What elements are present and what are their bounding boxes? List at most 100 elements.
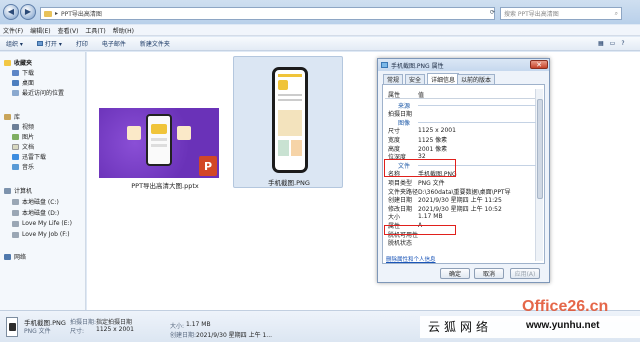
email-button[interactable]: 电子邮件 bbox=[102, 39, 126, 48]
sidebar-network[interactable]: 网络 bbox=[4, 252, 26, 261]
property-row[interactable]: 尺寸 1125 x 2001 bbox=[388, 127, 538, 135]
sidebar-computer[interactable]: 计算机 bbox=[4, 186, 32, 195]
documents-icon bbox=[12, 143, 19, 150]
sidebar-item-music[interactable]: 音乐 bbox=[12, 162, 34, 171]
status-date-value[interactable]: 指定拍摄日期 bbox=[96, 317, 132, 326]
sidebar-network-label: 网络 bbox=[14, 254, 27, 261]
apply-button[interactable]: 应用(A) bbox=[510, 268, 540, 279]
property-row[interactable]: 修改日期 2021/9/30 星期四 上午 10:52 bbox=[388, 204, 538, 213]
sidebar-item-downloads[interactable]: 下载 bbox=[12, 68, 34, 77]
drive-icon bbox=[12, 231, 19, 238]
preview-pane-icon[interactable]: ▭ bbox=[610, 40, 616, 47]
sidebar-item-videos[interactable]: 视频 bbox=[12, 122, 34, 131]
menu-help[interactable]: 帮助(H) bbox=[113, 26, 134, 35]
sidebar-favorites-label: 收藏夹 bbox=[14, 60, 33, 67]
file-item-png-selected[interactable]: 手机截图.PNG bbox=[233, 56, 343, 188]
open-button[interactable]: 打开 ▾ bbox=[36, 39, 62, 48]
arrow-right-icon: ▶ bbox=[24, 7, 32, 16]
sidebar-favorites[interactable]: 收藏夹 bbox=[4, 58, 32, 67]
section-divider bbox=[418, 122, 536, 124]
sidebar-item-pictures[interactable]: 图片 bbox=[12, 132, 34, 141]
menu-edit[interactable]: 编辑(E) bbox=[30, 26, 50, 35]
tab-general[interactable]: 常规 bbox=[383, 74, 404, 84]
sidebar-item-drive-c[interactable]: 本地磁盘 (C:) bbox=[12, 197, 59, 206]
dialog-close-button[interactable]: ✕ bbox=[530, 60, 548, 69]
sidebar-item-drive-f[interactable]: Love My Job (F:) bbox=[12, 230, 70, 239]
help-icon[interactable]: ? bbox=[621, 40, 624, 47]
highlight-box-size bbox=[384, 225, 456, 235]
phone-mockup-thumbnail bbox=[146, 114, 172, 166]
property-row[interactable]: 文件夹路径 D:\360data\重要数据\桌面\PPT导 bbox=[388, 187, 538, 196]
sidebar-item-drive-e[interactable]: Love My Life (E:) bbox=[12, 219, 72, 228]
dialog-title-bar[interactable]: 手机截图.PNG 属性 bbox=[378, 59, 549, 71]
new-folder-button[interactable]: 新建文件夹 bbox=[140, 39, 170, 48]
property-section-header: 来源 bbox=[388, 101, 538, 110]
sidebar-item-thunder-downloads[interactable]: 迅雷下载 bbox=[12, 152, 46, 161]
search-input[interactable]: 搜索 PPT导出高清图 ⌕ bbox=[500, 7, 622, 20]
png-thumbnail bbox=[272, 67, 308, 173]
property-section-header: 图像 bbox=[388, 118, 538, 127]
print-button[interactable]: 打印 bbox=[76, 39, 88, 48]
back-button[interactable]: ◀ bbox=[3, 4, 19, 20]
breadcrumb[interactable]: PPT导出高清图 bbox=[61, 9, 102, 18]
cancel-button-label: 取消 bbox=[482, 271, 495, 278]
sidebar-item-label: 本地磁盘 (C:) bbox=[22, 199, 59, 206]
column-header-value[interactable]: 值 bbox=[418, 90, 424, 99]
tab-label: 以前的版本 bbox=[461, 77, 492, 84]
property-row[interactable]: 脱机状态 bbox=[388, 239, 538, 247]
thunder-icon bbox=[12, 153, 19, 160]
star-icon bbox=[4, 59, 11, 66]
tab-previous-versions[interactable]: 以前的版本 bbox=[457, 74, 496, 84]
column-header-property[interactable]: 属性 bbox=[388, 90, 400, 99]
apply-button-label: 应用(A) bbox=[514, 271, 536, 278]
tab-label: 详细信息 bbox=[431, 76, 456, 84]
navigation-pane: 收藏夹 下载 桌面 最近访问的位置 库 视频 图片 文档 迅雷下载 音乐 计算机… bbox=[0, 52, 86, 310]
cancel-button[interactable]: 取消 bbox=[474, 268, 504, 279]
sidebar-item-documents[interactable]: 文档 bbox=[12, 142, 34, 151]
sidebar-item-label: 音乐 bbox=[22, 164, 35, 171]
sidebar-item-label: 视频 bbox=[22, 124, 35, 131]
property-row[interactable]: 高度 2001 像素 bbox=[388, 144, 538, 153]
property-row[interactable]: 项目类型 PNG 文件 bbox=[388, 178, 538, 187]
sidebar-item-recent[interactable]: 最近访问的位置 bbox=[12, 88, 64, 97]
property-list-header: 属性 值 bbox=[385, 89, 535, 99]
sidebar-item-label: 文档 bbox=[22, 144, 35, 151]
sidebar-item-desktop[interactable]: 桌面 bbox=[12, 78, 34, 87]
drive-icon bbox=[12, 198, 19, 205]
menu-file[interactable]: 文件(F) bbox=[3, 26, 23, 35]
property-row[interactable]: 大小 1.17 MB bbox=[388, 213, 538, 221]
property-row[interactable]: 拍摄日期 bbox=[388, 110, 538, 118]
video-icon bbox=[12, 123, 19, 130]
open-button-label: 打开 ▾ bbox=[44, 41, 62, 48]
close-icon: ✕ bbox=[536, 60, 542, 69]
file-name-pptx[interactable]: PPT导出高清大图.pptx bbox=[99, 180, 231, 190]
property-row[interactable]: 宽度 1125 像素 bbox=[388, 135, 538, 144]
file-type-icon bbox=[6, 317, 18, 337]
remove-properties-link[interactable]: 删除属性和个人信息 bbox=[386, 255, 436, 263]
sidebar-item-label: 图片 bbox=[22, 134, 35, 141]
tab-details[interactable]: 详细信息 bbox=[427, 73, 460, 84]
tab-security[interactable]: 安全 bbox=[405, 74, 426, 84]
sidebar-computer-label: 计算机 bbox=[14, 188, 33, 195]
menu-view[interactable]: 查看(V) bbox=[58, 26, 79, 35]
sidebar-item-label: 下载 bbox=[22, 70, 35, 77]
menu-tools[interactable]: 工具(T) bbox=[85, 26, 105, 35]
address-bar[interactable]: ▸ PPT导出高清图 bbox=[40, 7, 495, 20]
organize-button[interactable]: 组织 ▾ bbox=[6, 39, 23, 48]
sidebar-item-drive-d[interactable]: 本地磁盘 (D:) bbox=[12, 208, 59, 217]
property-value: 1125 x 2001 bbox=[418, 127, 456, 135]
ok-button[interactable]: 确定 bbox=[440, 268, 470, 279]
search-placeholder: 搜索 PPT导出高清图 bbox=[504, 11, 559, 18]
sidebar-item-label: Love My Life (E:) bbox=[22, 220, 72, 227]
details-panel: 属性 值 来源 拍摄日期 图像 尺寸 1125 x 2001 宽度 1125 像素 高度 200… bbox=[382, 84, 545, 264]
file-item-pptx[interactable]: P bbox=[99, 108, 219, 178]
sidebar-libraries[interactable]: 库 bbox=[4, 112, 20, 121]
network-icon bbox=[4, 253, 11, 260]
property-row[interactable]: 创建日期 2021/9/30 星期四 上午 11:25 bbox=[388, 196, 538, 204]
forward-button[interactable]: ▶ bbox=[20, 4, 36, 20]
view-toggle-icon[interactable]: ▦ bbox=[598, 40, 604, 47]
section-divider bbox=[418, 105, 536, 106]
sidebar-libraries-label: 库 bbox=[14, 114, 21, 121]
refresh-icon[interactable]: ⟳ bbox=[490, 9, 495, 16]
view-controls: ▦ ▭ ? bbox=[598, 40, 625, 47]
